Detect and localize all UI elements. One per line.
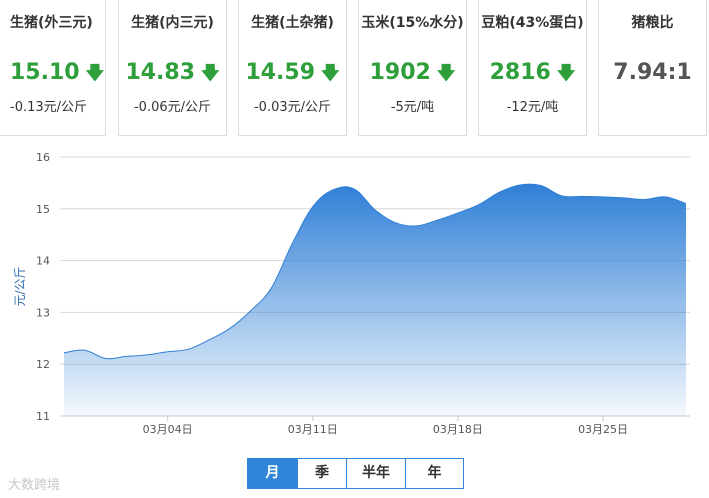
- chart-svg: 11 12 13 14 15 16 03月04日 03月11日 03月18日 03月25日 元/…: [13, 151, 690, 436]
- price-cards: 生猪(外三元) 15.10 🡇 -0.13元/公斤 生猪(内三元) 14.83 🡇 …: [0, 0, 709, 145]
- data-point[interactable]: [332, 188, 335, 191]
- tab-year[interactable]: 年: [406, 459, 463, 488]
- card-change: -12元/吨: [506, 100, 559, 115]
- period-tabs: 月 季 半年 年: [247, 458, 464, 489]
- data-point[interactable]: [519, 183, 522, 186]
- card-name: 猪粮比: [631, 15, 674, 31]
- data-point[interactable]: [125, 355, 128, 358]
- data-point[interactable]: [374, 208, 377, 211]
- down-arrow-icon: 🡇: [85, 63, 105, 84]
- card-name: 玉米(15%水分): [361, 15, 464, 31]
- data-point[interactable]: [415, 224, 418, 227]
- x-tick-label: 03月25日: [578, 423, 628, 436]
- y-tick-labels: 11 12 13 14 15 16: [36, 151, 50, 423]
- data-point[interactable]: [664, 195, 667, 198]
- card-pig-inner[interactable]: 生猪(内三元) 14.83 🡇 -0.06元/公斤: [118, 0, 227, 136]
- card-corn[interactable]: 玉米(15%水分) 1902 🡇 -5元/吨: [358, 0, 467, 136]
- y-tick-label: 14: [36, 255, 50, 268]
- data-point[interactable]: [685, 202, 688, 205]
- data-point[interactable]: [581, 195, 584, 198]
- data-point[interactable]: [228, 327, 231, 330]
- data-point[interactable]: [622, 196, 625, 199]
- data-point[interactable]: [166, 350, 169, 353]
- card-price: 7.94:1: [613, 60, 692, 85]
- price-chart: 11 12 13 14 15 16 03月04日 03月11日 03月18日 03月25日 元/…: [0, 145, 709, 445]
- data-point[interactable]: [187, 348, 190, 351]
- data-point[interactable]: [145, 353, 148, 356]
- data-point[interactable]: [63, 351, 66, 354]
- data-point[interactable]: [498, 191, 501, 194]
- down-arrow-icon: 🡇: [321, 63, 340, 84]
- data-point[interactable]: [602, 195, 605, 198]
- card-price: 14.59 🡇: [245, 60, 340, 85]
- card-price: 1902 🡇: [369, 60, 456, 85]
- y-tick-label: 16: [36, 151, 50, 164]
- card-name: 生猪(土杂猪): [251, 15, 334, 31]
- card-pig-grain-ratio[interactable]: 猪粮比 7.94:1: [598, 0, 707, 136]
- data-point[interactable]: [208, 338, 211, 341]
- area-fill: [64, 184, 686, 416]
- data-point[interactable]: [249, 309, 252, 312]
- y-tick-label: 11: [36, 410, 50, 423]
- y-tick-label: 13: [36, 306, 50, 319]
- card-change: -0.03元/公斤: [253, 100, 332, 115]
- x-tick-label: 03月04日: [143, 423, 193, 436]
- card-pig-outer[interactable]: 生猪(外三元) 15.10 🡇 -0.13元/公斤: [0, 0, 106, 136]
- data-point[interactable]: [560, 194, 563, 197]
- data-point[interactable]: [643, 198, 646, 201]
- card-price: 14.83 🡇: [125, 60, 220, 85]
- data-point[interactable]: [456, 211, 459, 214]
- card-name: 生猪(内三元): [131, 15, 214, 31]
- data-point[interactable]: [311, 205, 314, 208]
- card-change: -0.13元/公斤: [10, 100, 88, 115]
- down-arrow-icon: 🡇: [436, 63, 456, 84]
- tab-quarter[interactable]: 季: [298, 459, 347, 488]
- tab-half-year[interactable]: 半年: [347, 459, 406, 488]
- down-arrow-icon: 🡇: [201, 63, 220, 84]
- y-tick-label: 12: [36, 358, 50, 371]
- watermark-logo: 大数跨境: [8, 478, 61, 493]
- data-point[interactable]: [83, 349, 86, 352]
- data-point[interactable]: [270, 287, 273, 290]
- down-arrow-icon: 🡇: [556, 63, 576, 84]
- card-pig-local[interactable]: 生猪(土杂猪) 14.59 🡇 -0.03元/公斤: [238, 0, 347, 136]
- data-point[interactable]: [436, 219, 439, 222]
- area-series: [63, 183, 688, 416]
- card-name: 生猪(外三元): [10, 15, 93, 31]
- x-tick-labels: 03月04日 03月11日 03月18日 03月25日: [143, 416, 628, 436]
- card-price: 15.10 🡇: [10, 60, 105, 85]
- data-point[interactable]: [539, 184, 542, 187]
- card-change: -5元/吨: [390, 100, 435, 115]
- card-name: 豆粕(43%蛋白): [481, 15, 584, 31]
- card-soymeal[interactable]: 豆粕(43%蛋白) 2816 🡇 -12元/吨: [478, 0, 587, 136]
- card-change: -0.06元/公斤: [133, 100, 212, 115]
- x-tick-label: 03月11日: [288, 423, 338, 436]
- card-price: 2816 🡇: [489, 60, 576, 85]
- x-tick-label: 03月18日: [433, 423, 483, 436]
- data-point[interactable]: [477, 203, 480, 206]
- data-point[interactable]: [291, 243, 294, 246]
- y-axis-label: 元/公斤: [13, 266, 27, 306]
- data-point[interactable]: [104, 357, 107, 360]
- y-tick-label: 15: [36, 203, 50, 216]
- tab-month[interactable]: 月: [248, 459, 298, 488]
- data-point[interactable]: [353, 188, 356, 191]
- data-point[interactable]: [394, 221, 397, 224]
